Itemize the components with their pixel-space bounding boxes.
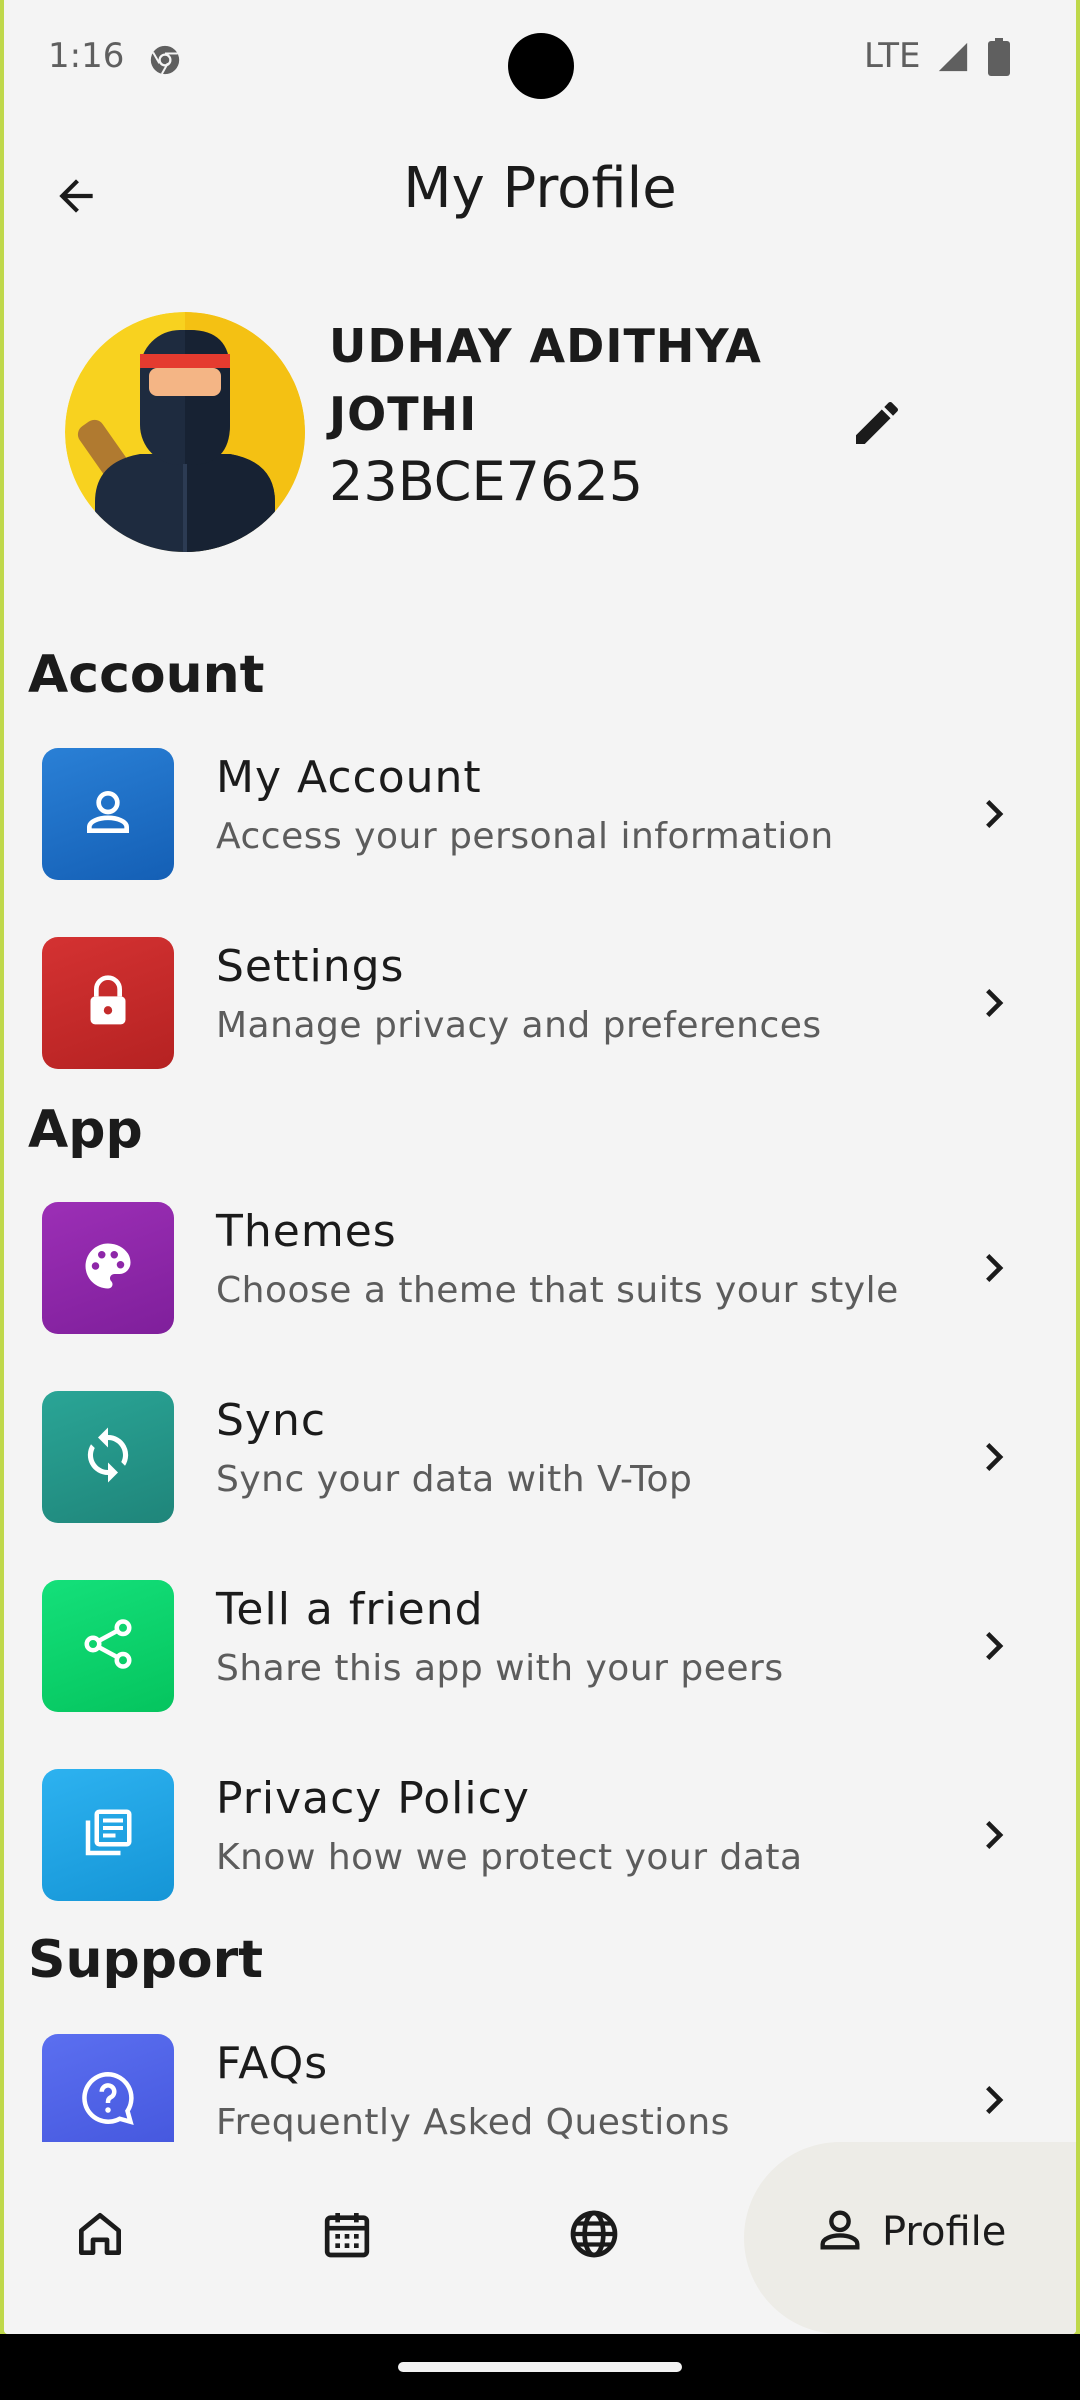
item-title: Settings (216, 941, 405, 992)
menu-item-privacy-policy[interactable]: Privacy Policy Know how we protect your … (4, 1757, 1076, 1907)
avatar[interactable] (65, 312, 305, 552)
nav-home[interactable] (50, 2186, 150, 2286)
item-subtitle: Know how we protect your data (216, 1837, 803, 1878)
globe-icon (566, 2206, 622, 2266)
menu-item-my-account[interactable]: My Account Access your personal informat… (4, 736, 1076, 886)
share-icon (78, 1614, 138, 1678)
help-icon (78, 2068, 138, 2132)
item-title: Themes (216, 1206, 397, 1257)
arrow-back-icon (51, 171, 101, 225)
chevron-right-icon (964, 1238, 1024, 1298)
scroll-content[interactable]: My Profile UDHAY ADITHYA JOTHI 23BCE7625… (4, 0, 1076, 2142)
menu-item-settings[interactable]: Settings Manage privacy and preferences (4, 925, 1076, 1075)
tile-tell-a-friend (42, 1580, 174, 1712)
profile-name: UDHAY ADITHYA JOTHI (329, 319, 762, 441)
tile-my-account (42, 748, 174, 880)
person-icon (80, 784, 136, 844)
item-title: Tell a friend (216, 1584, 484, 1635)
item-subtitle: Share this app with your peers (216, 1648, 784, 1689)
item-subtitle: Sync your data with V-Top (216, 1459, 693, 1500)
tile-themes (42, 1202, 174, 1334)
chevron-right-icon (964, 1616, 1024, 1676)
item-title: Sync (216, 1395, 327, 1446)
profile-icon (814, 2204, 866, 2260)
tile-sync (42, 1391, 174, 1523)
chevron-right-icon (964, 1805, 1024, 1865)
system-nav-bar (0, 2334, 1080, 2400)
nav-web[interactable] (544, 2186, 644, 2286)
item-subtitle: Choose a theme that suits your style (216, 1270, 899, 1311)
tile-faqs (42, 2034, 174, 2142)
item-title: FAQs (216, 2038, 329, 2089)
menu-item-themes[interactable]: Themes Choose a theme that suits your st… (4, 1190, 1076, 1340)
item-title: Privacy Policy (216, 1773, 530, 1824)
sync-icon (78, 1425, 138, 1489)
menu-item-sync[interactable]: Sync Sync your data with V-Top (4, 1379, 1076, 1529)
bottom-nav: Profile (4, 2142, 1076, 2334)
lock-icon (80, 973, 136, 1033)
edit-profile-button[interactable] (842, 390, 912, 460)
nav-profile[interactable]: Profile (744, 2142, 1076, 2334)
tile-privacy-policy (42, 1769, 174, 1901)
palette-icon (78, 1236, 138, 1300)
home-icon (72, 2206, 128, 2266)
back-button[interactable] (40, 162, 112, 234)
item-subtitle: Manage privacy and preferences (216, 1005, 822, 1046)
page-title: My Profile (403, 156, 677, 221)
chevron-right-icon (964, 2070, 1024, 2130)
pencil-icon (849, 395, 905, 455)
chevron-right-icon (964, 973, 1024, 1033)
section-title-account: Account (28, 645, 265, 705)
menu-item-faqs[interactable]: FAQs Frequently Asked Questions (4, 2022, 1076, 2142)
section-title-support: Support (28, 1930, 264, 1990)
calendar-icon (319, 2206, 375, 2266)
item-title: My Account (216, 752, 482, 803)
nav-calendar[interactable] (297, 2186, 397, 2286)
screen: 1:16 LTE My Profile UDHAY ADITHYA JOTHI … (4, 0, 1076, 2334)
profile-reg-no: 23BCE7625 (329, 450, 644, 513)
tile-settings (42, 937, 174, 1069)
nav-profile-label: Profile (882, 2209, 1007, 2255)
chevron-right-icon (964, 1427, 1024, 1487)
app-bar: My Profile (4, 140, 1076, 240)
policy-icon (78, 1803, 138, 1867)
item-subtitle: Frequently Asked Questions (216, 2102, 730, 2142)
item-subtitle: Access your personal information (216, 816, 834, 857)
menu-item-tell-a-friend[interactable]: Tell a friend Share this app with your p… (4, 1568, 1076, 1718)
section-title-app: App (28, 1100, 143, 1160)
home-gesture-pill[interactable] (398, 2362, 682, 2372)
chevron-right-icon (964, 784, 1024, 844)
